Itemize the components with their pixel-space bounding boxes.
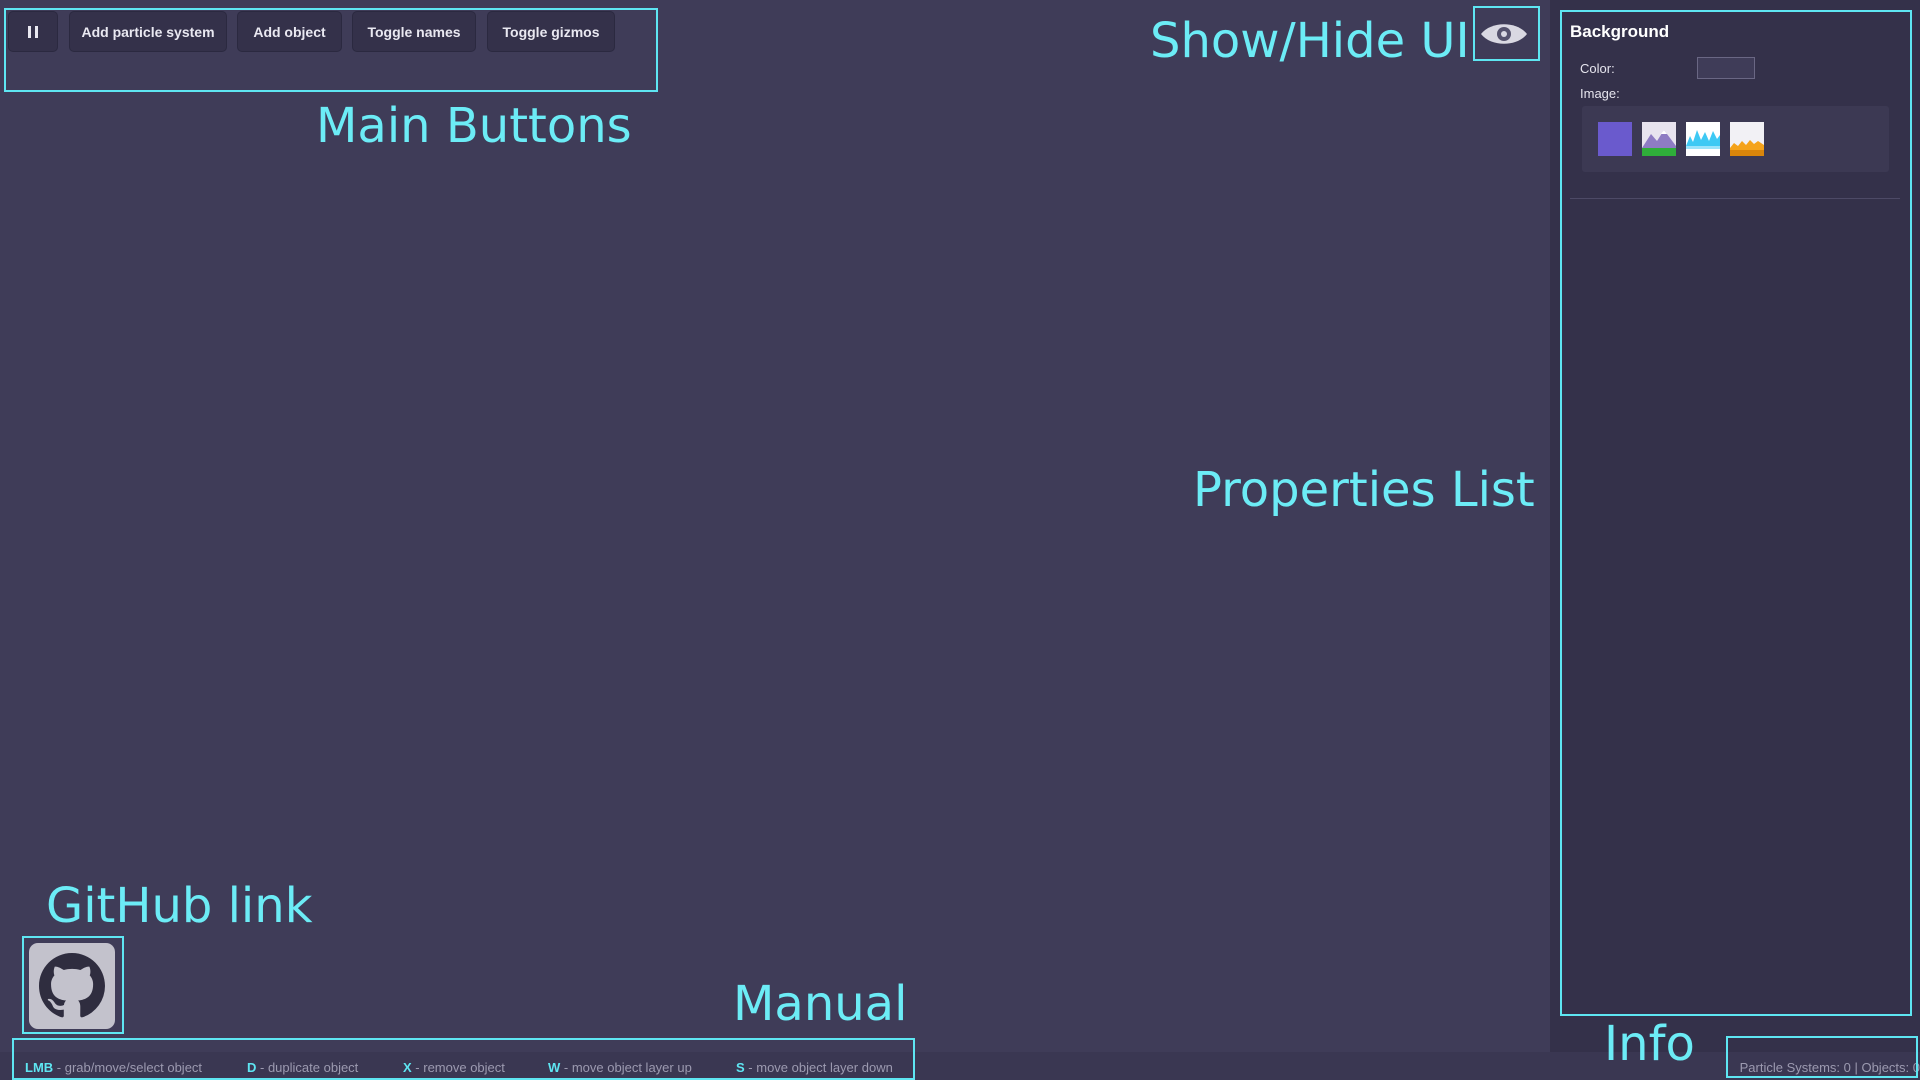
main-buttons-annotation-box	[4, 8, 658, 92]
manual-annotation: Manual	[733, 976, 908, 1032]
github-annotation-box	[22, 936, 124, 1034]
show-hide-annotation-box	[1473, 6, 1540, 61]
info-annotation: Info	[1604, 1016, 1695, 1072]
info-annotation-box	[1726, 1036, 1918, 1078]
manual-annotation-box	[12, 1038, 915, 1080]
properties-annotation-box	[1560, 10, 1912, 1016]
properties-annotation: Properties List	[1193, 462, 1535, 518]
main-buttons-annotation: Main Buttons	[316, 98, 632, 154]
show-hide-annotation: Show/Hide UI	[1150, 13, 1470, 69]
github-annotation: GitHub link	[46, 878, 313, 934]
